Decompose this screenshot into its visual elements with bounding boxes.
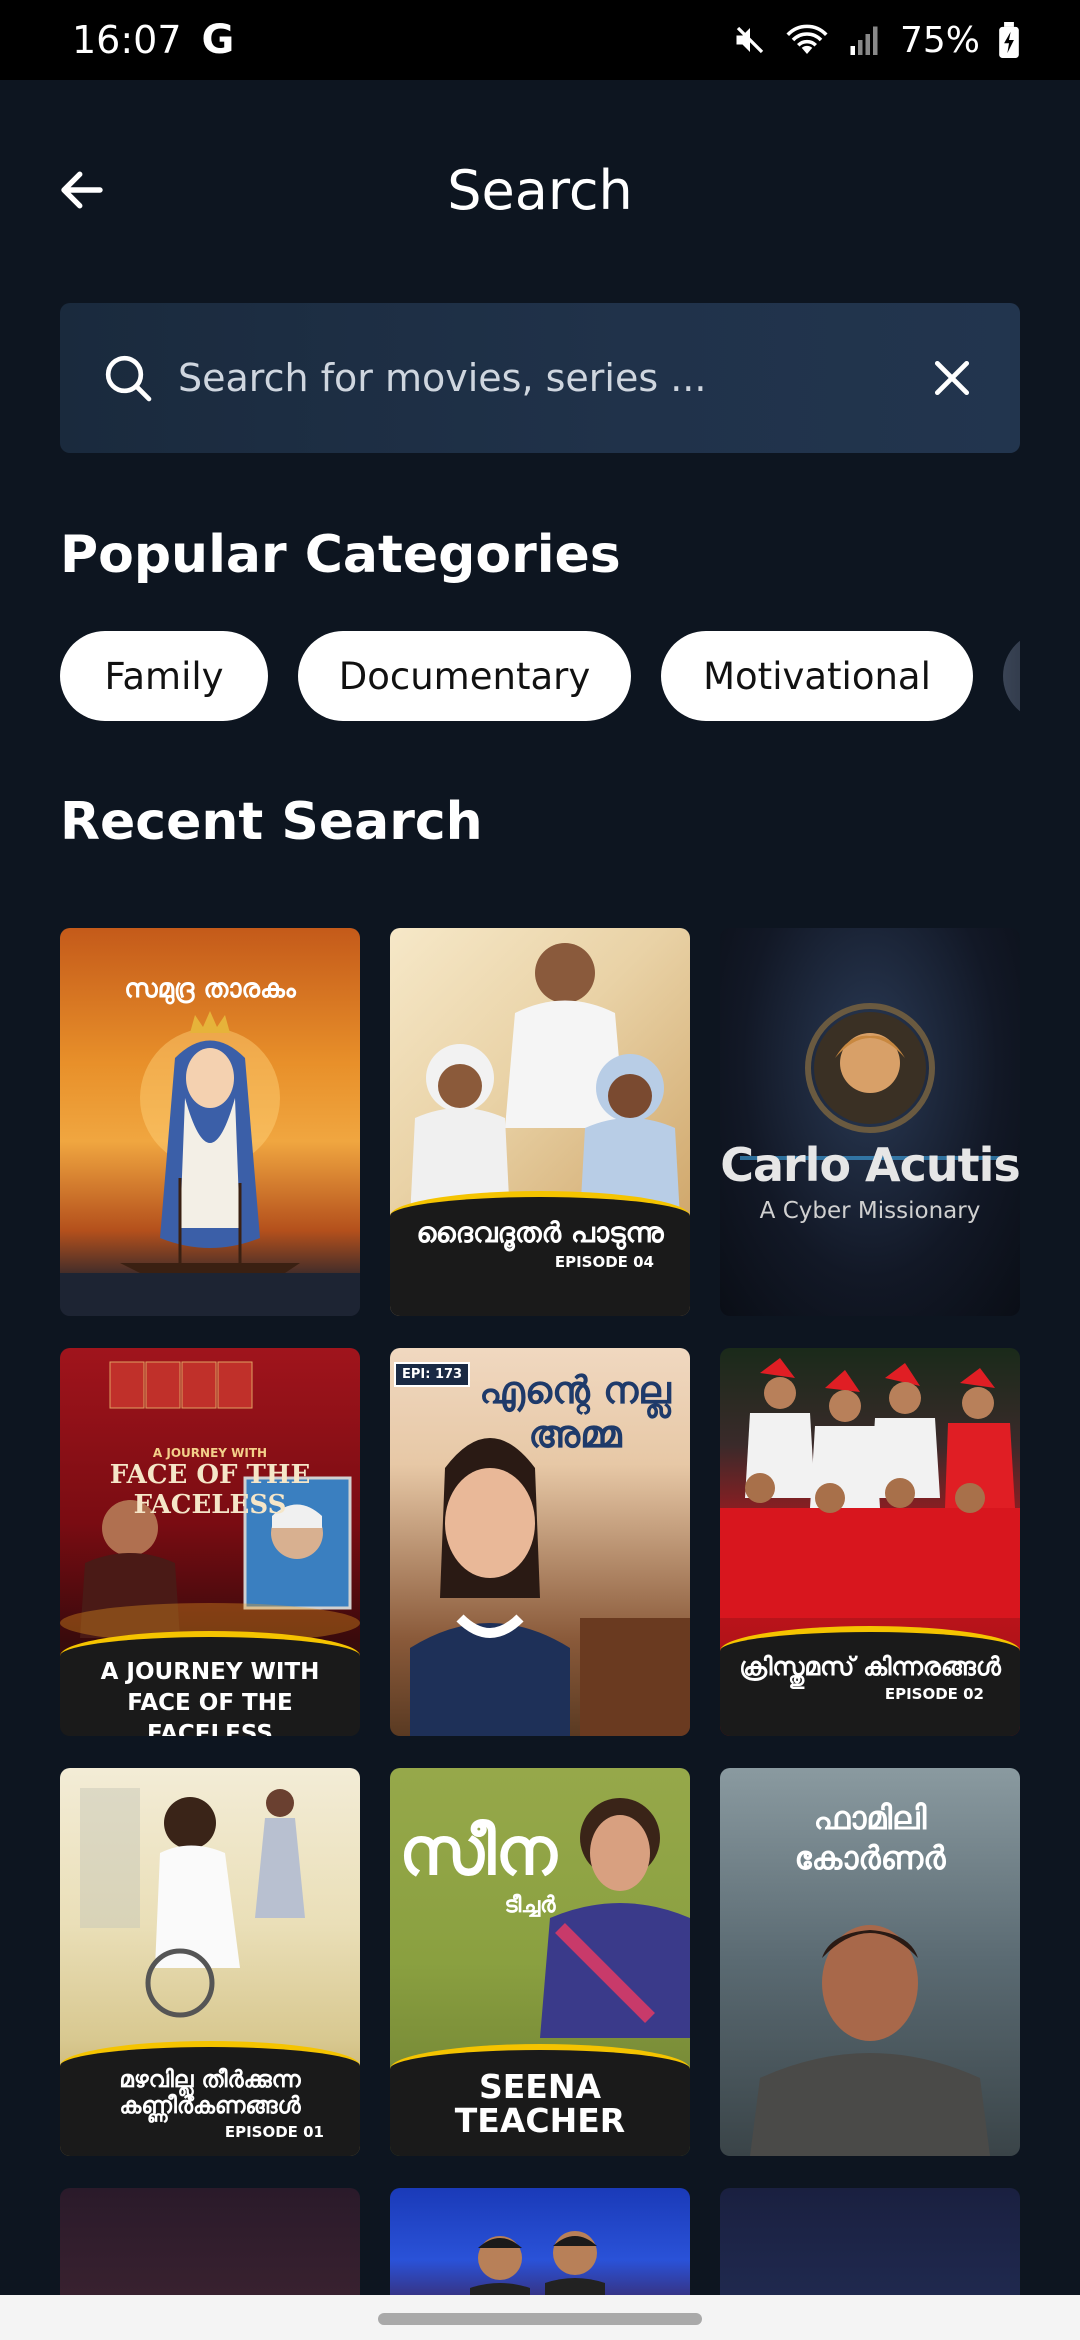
poster-kicker: A JOURNEY WITH [152,1446,268,1460]
recent-item-carlo-acutis[interactable]: Carlo Acutis A Cyber Missionary [720,928,1020,1316]
page-title: Search [447,158,633,222]
home-indicator[interactable] [378,2313,702,2325]
google-icon: G [201,17,235,63]
status-bar: 16:07 G 75% [0,0,1080,80]
recent-search-title: Recent Search [60,792,483,852]
portrait-illustration [740,1003,1000,1160]
search-box[interactable] [60,303,1020,453]
recent-item-seena-teacher[interactable]: സീന ടീച്ചർ SEENA TEACHER [390,1768,690,2156]
popular-categories-title: Popular Categories [60,525,621,585]
musicians-illustration [470,2231,605,2308]
episode-label: EPISODE 01 [224,2123,324,2141]
card-label: ദൈവദൂതർ പാടുന്നു [416,1216,664,1249]
card-label-bar: SEENA TEACHER [390,2044,690,2156]
recent-item-family-corner[interactable]: ഫാമിലി കോർണർ [720,1768,1020,2156]
mary-figure-illustration [60,1011,360,1316]
recent-item-mazhavillu[interactable]: മഴവില്ലു തീർക്കുന്ന കണ്ണീർകണങ്ങൾ EPISODE… [60,1768,360,2156]
card-label: മഴവില്ലു തീർക്കുന്ന കണ്ണീർകണങ്ങൾ [119,2067,301,2119]
back-button[interactable] [50,158,114,222]
priest-portrait-illustration [750,1925,990,2156]
chip-motivational[interactable]: Motivational [661,631,973,721]
battery-percent: 75% [899,19,980,61]
recent-item-ente-nalla-amma[interactable]: EPI: 173 എന്റെ നല്ല അമ്മ [390,1348,690,1736]
chip-documentary[interactable]: Documentary [298,631,631,721]
recent-item-christmas-kinnarangal[interactable]: ക്രിസ്തുമസ് കിന്നരങ്ങൾ EPISODE 02 [720,1348,1020,1736]
recent-item-partial-3[interactable] [720,2188,1020,2308]
poster-title: Carlo Acutis [720,1138,1020,1192]
clear-search-button[interactable] [924,350,980,406]
poster-title: FACE OF THE FACELESS [109,1460,311,1520]
chip-more-partial[interactable] [1003,631,1020,721]
wifi-icon [786,24,828,54]
recent-item-samudra-tharakam[interactable]: സമുദ്ര താരകം [60,928,360,1316]
episode-label: EPISODE 04 [554,1253,654,1271]
chip-family[interactable]: Family [60,631,268,721]
search-input[interactable] [178,356,924,400]
card-label-bar: മഴവില്ലു തീർക്കുന്ന കണ്ണീർകണങ്ങൾ EPISODE… [60,2041,360,2156]
battery-charging-icon [999,22,1019,58]
woman-portrait-illustration [410,1438,690,1736]
category-chips: Family Documentary Motivational [60,631,1020,721]
card-label-bar: ദൈവദൂതർ പാടുന്നു EPISODE 04 [390,1191,690,1316]
card-label: ക്രിസ്തുമസ് കിന്നരങ്ങൾ [739,1652,1001,1681]
status-time: 16:07 [72,18,182,62]
header: Search [0,80,1080,300]
signal-icon [850,26,878,55]
card-label-bar: ക്രിസ്തുമസ് കിന്നരങ്ങൾ EPISODE 02 [720,1626,1020,1736]
card-label-bar: A JOURNEY WITH FACE OF THE FACELESS [60,1631,360,1736]
recent-item-daivadoothar-padunnu[interactable]: ദൈവദൂതർ പാടുന്നു EPISODE 04 [390,928,690,1316]
card-label: SEENA TEACHER [454,2067,626,2140]
poster-subtitle: A Cyber Missionary [759,1198,981,1224]
mute-icon [736,26,764,54]
recent-item-face-of-the-faceless[interactable]: A JOURNEY WITH FACE OF THE FACELESS A JO… [60,1348,360,1736]
arrow-left-icon [61,171,103,209]
recent-item-partial-2[interactable] [390,2188,690,2308]
recent-item-partial-1[interactable] [60,2188,360,2308]
close-icon [934,360,970,396]
status-icons: 75% [732,20,1020,61]
card-label: A JOURNEY WITH FACE OF THE FACELESS [100,1659,320,1736]
search-icon [105,355,152,402]
episode-label: EPISODE 02 [884,1685,984,1703]
